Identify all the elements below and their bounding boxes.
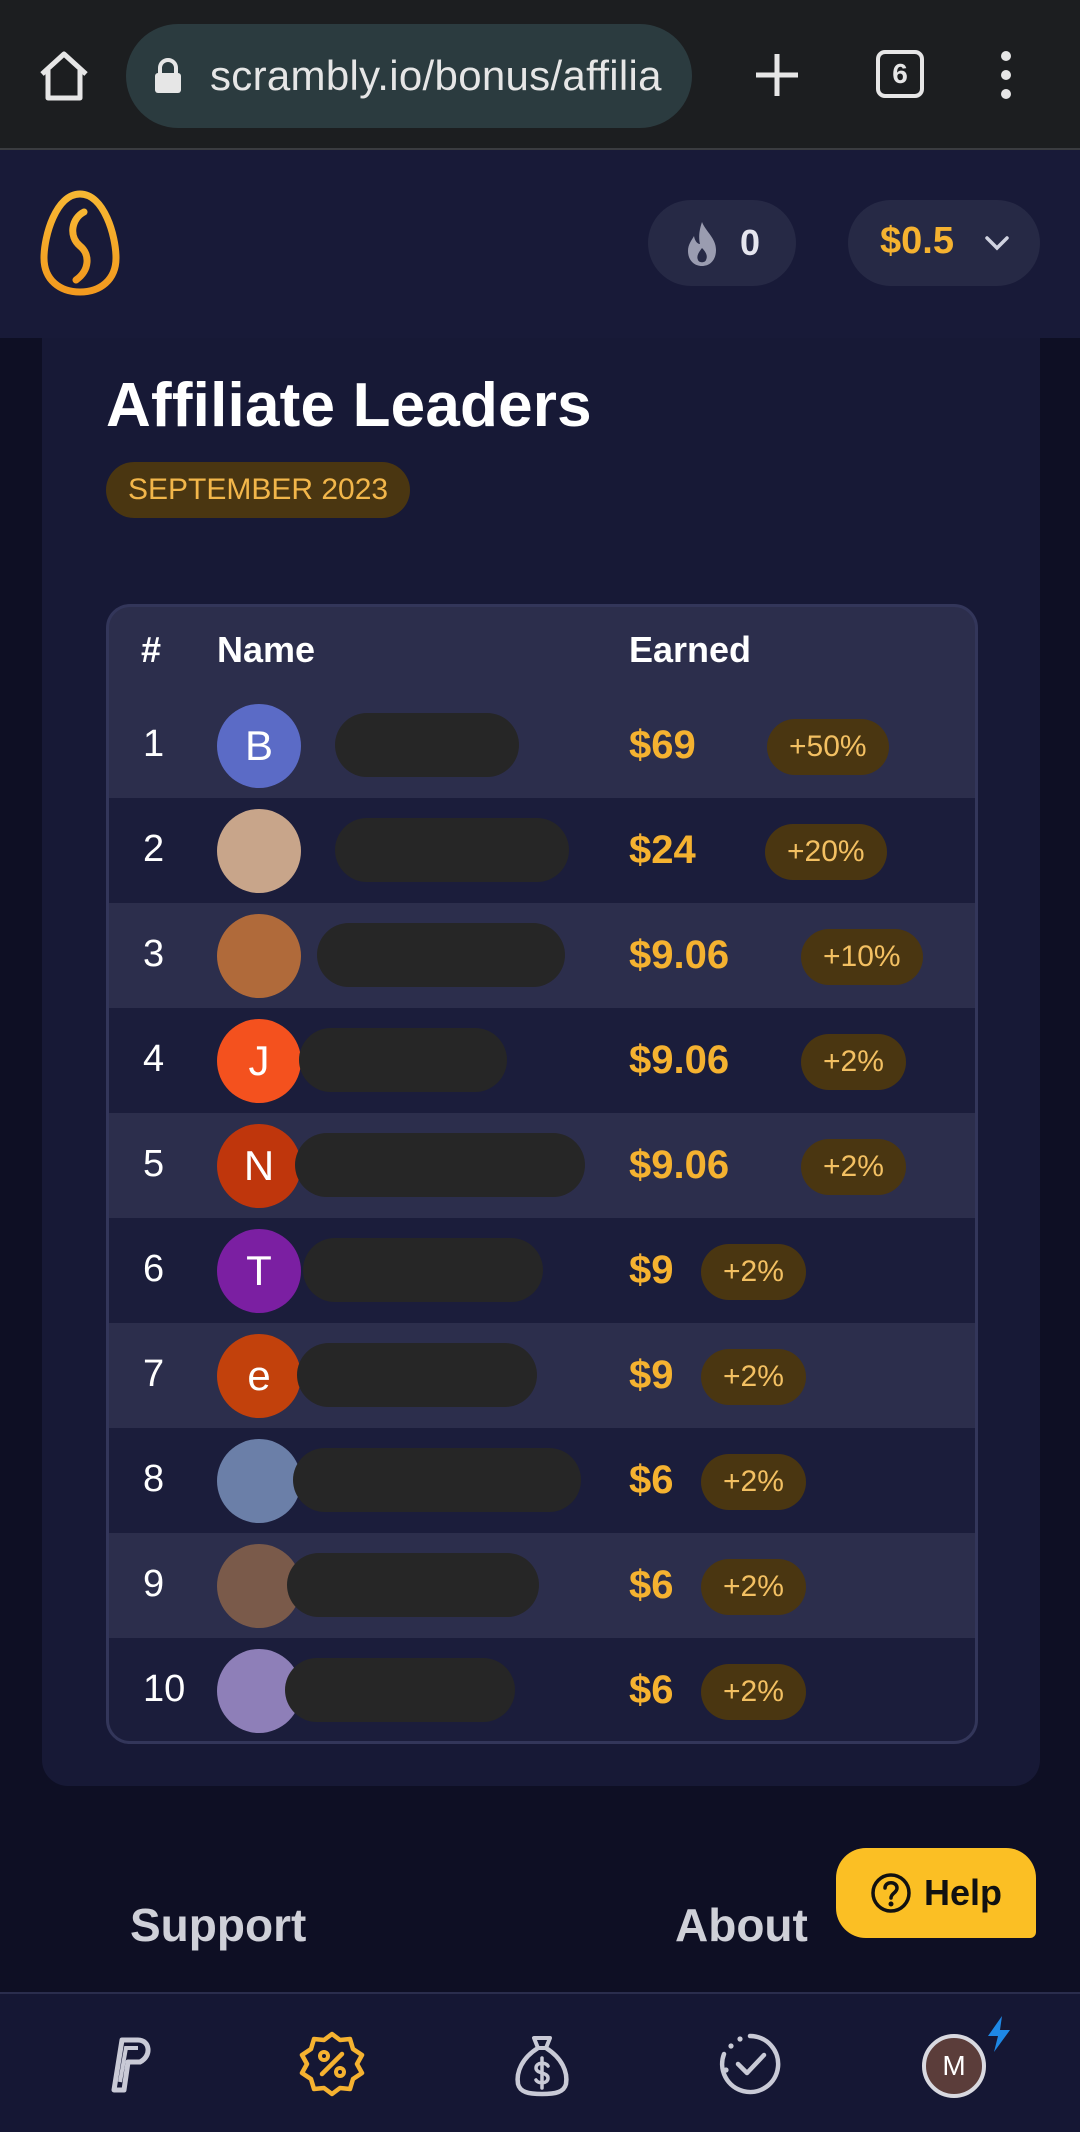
address-bar[interactable]: scrambly.io/bonus/affilia (126, 24, 692, 128)
redacted-name (293, 1448, 581, 1512)
redacted-name (297, 1343, 537, 1407)
rank-number: 9 (143, 1563, 165, 1605)
rank-number: 4 (143, 1038, 165, 1080)
table-row[interactable]: 6 T $9 +2% (109, 1218, 975, 1323)
user-avatar: N (217, 1124, 301, 1208)
rank-number: 1 (143, 723, 165, 765)
rank-number: 3 (143, 933, 165, 975)
bonus-badge: +2% (701, 1664, 806, 1720)
user-avatar (217, 1439, 301, 1523)
user-avatar: e (217, 1334, 301, 1418)
earned-amount: $6 (629, 1458, 674, 1502)
rank-number: 6 (143, 1248, 165, 1290)
user-avatar (217, 914, 301, 998)
redacted-name (285, 1658, 515, 1722)
home-icon[interactable] (36, 48, 92, 104)
support-link[interactable]: Support (130, 1898, 306, 1952)
column-header-earned: Earned (629, 629, 752, 670)
bonus-badge: +20% (765, 824, 887, 880)
user-avatar: B (217, 704, 301, 788)
bonus-badge: +2% (801, 1034, 906, 1090)
table-row[interactable]: 8 $6 +2% (109, 1428, 975, 1533)
user-avatar (217, 809, 301, 893)
bonus-badge: +2% (801, 1139, 906, 1195)
earned-amount: $9.06 (629, 1038, 730, 1082)
table-row[interactable]: 1 B $69 +50% (109, 693, 975, 798)
earned-amount: $69 (629, 723, 696, 767)
table-row[interactable]: 3 $9.06 +10% (109, 903, 975, 1008)
app-header: 0 $0.5 (0, 150, 1080, 338)
earned-amount: $6 (629, 1563, 674, 1607)
table-row[interactable]: 4 J $9.06 +2% (109, 1008, 975, 1113)
more-menu-icon[interactable] (996, 50, 1016, 100)
question-circle-icon (871, 1873, 911, 1913)
month-badge: SEPTEMBER 2023 (106, 462, 411, 518)
profile-avatar[interactable]: M (922, 2034, 986, 2098)
rank-number: 10 (143, 1668, 186, 1710)
tab-switcher-button[interactable]: 6 (876, 50, 924, 98)
about-link[interactable]: About (675, 1898, 808, 1952)
redacted-name (295, 1133, 585, 1197)
bonus-badge: +2% (701, 1244, 806, 1300)
chevron-down-icon (985, 236, 1009, 251)
bonus-badge-icon[interactable] (296, 2028, 368, 2100)
browser-toolbar: scrambly.io/bonus/affilia 6 (0, 0, 1080, 150)
page-title: Affiliate Leaders (106, 371, 592, 440)
bonus-badge: +2% (701, 1559, 806, 1615)
tasks-check-icon[interactable] (714, 2028, 786, 2100)
new-tab-icon[interactable] (754, 52, 800, 98)
table-row[interactable]: 10 $6 +2% (109, 1638, 975, 1741)
url-text: scrambly.io/bonus/affilia (210, 52, 662, 99)
paypal-icon[interactable] (92, 2028, 164, 2100)
earned-amount: $9.06 (629, 1143, 730, 1187)
streak-indicator[interactable]: 0 (648, 200, 796, 286)
streak-count: 0 (740, 222, 761, 263)
user-avatar: T (217, 1229, 301, 1313)
lock-icon (155, 58, 181, 93)
leaderboard-table: # Name Earned 1 B $69 +50% 2 $24 +20% 3 $9.06 +10… (106, 604, 978, 1744)
help-button[interactable]: Help (836, 1848, 1036, 1938)
redacted-name (335, 818, 569, 882)
rank-number: 5 (143, 1143, 165, 1185)
user-avatar: J (217, 1019, 301, 1103)
column-header-rank: # (141, 629, 162, 670)
earned-amount: $9.06 (629, 933, 730, 977)
money-bag-icon[interactable] (506, 2028, 578, 2100)
earned-amount: $6 (629, 1668, 674, 1712)
earned-amount: $9 (629, 1248, 674, 1292)
bonus-badge: +2% (701, 1454, 806, 1510)
rank-number: 8 (143, 1458, 165, 1500)
table-row[interactable]: 9 $6 +2% (109, 1533, 975, 1638)
redacted-name (299, 1028, 507, 1092)
rank-number: 7 (143, 1353, 165, 1395)
bonus-badge: +10% (801, 929, 923, 985)
redacted-name (317, 923, 565, 987)
bonus-badge: +50% (767, 719, 889, 775)
earned-amount: $24 (629, 828, 696, 872)
affiliate-leaders-card: Affiliate Leaders SEPTEMBER 2023 # Name … (42, 338, 1040, 1786)
column-header-name: Name (217, 629, 316, 670)
help-label: Help (923, 1872, 1002, 1913)
scrambly-logo[interactable] (38, 188, 122, 298)
redacted-name (303, 1238, 543, 1302)
redacted-name (287, 1553, 539, 1617)
table-row[interactable]: 7 e $9 +2% (109, 1323, 975, 1428)
bonus-badge: +2% (701, 1349, 806, 1405)
flame-icon (688, 222, 716, 266)
table-row[interactable]: 2 $24 +20% (109, 798, 975, 903)
balance-amount: $0.5 (880, 220, 954, 262)
balance-dropdown[interactable]: $0.5 (848, 200, 1040, 286)
bottom-navigation: M (0, 1992, 1080, 2132)
rank-number: 2 (143, 828, 165, 870)
redacted-name (335, 713, 519, 777)
table-row[interactable]: 5 N $9.06 +2% (109, 1113, 975, 1218)
earned-amount: $9 (629, 1353, 674, 1397)
lightning-bolt-icon (988, 2016, 1010, 2052)
